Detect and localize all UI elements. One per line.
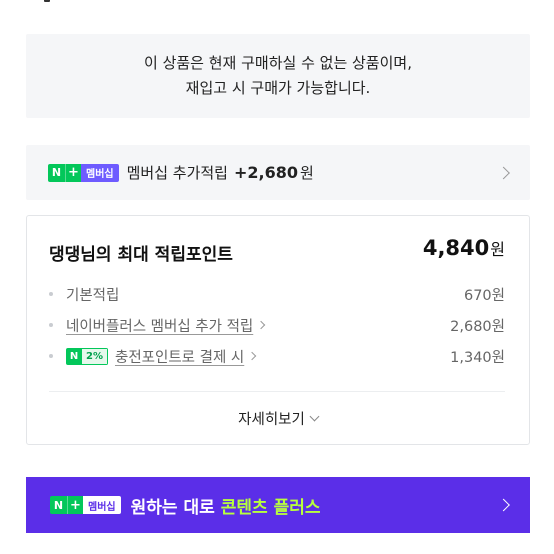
bullet-icon (49, 323, 53, 327)
bullet-icon (49, 292, 53, 296)
promo-text: 원하는 대로 (130, 497, 215, 518)
plus-icon: + (65, 163, 81, 182)
points-title: 댕댕님의 최대 적립포인트 (49, 245, 233, 265)
notice-line-1: 이 상품은 현재 구매하실 수 없는 상품이며, (144, 54, 412, 72)
points-row-basic: 기본적립 670원 (49, 283, 505, 305)
plus-icon: + (67, 496, 83, 514)
naver-plus-membership-badge: N + 멤버십 (50, 496, 121, 514)
chevron-right-icon (257, 320, 266, 330)
view-details-label: 자세히보기 (238, 412, 305, 428)
points-row-value: 2,680원 (450, 318, 505, 335)
percent-label: 2% (82, 347, 108, 365)
naver-plus-membership-badge: N + 멤버십 (48, 163, 119, 182)
notice-line-2: 재입고 시 구매가 가능합니다. (185, 79, 371, 97)
chevron-right-icon (248, 351, 257, 361)
naver-n-icon: N (48, 163, 65, 182)
chevron-right-icon (497, 498, 510, 512)
points-card: 댕댕님의 최대 적립포인트 4,840 원 기본적립 670원 네이버플러스 멤… (26, 215, 530, 445)
view-details-button[interactable]: 자세히보기 (27, 408, 529, 429)
badge-label: 멤버십 (81, 163, 119, 182)
membership-extra-points-row[interactable]: N + 멤버십 멤버십 추가적립 +2,680 원 (26, 145, 530, 200)
chevron-right-icon (497, 166, 510, 179)
unavailable-notice: 이 상품은 현재 구매하실 수 없는 상품이며, 재입고 시 구매가 가능합니다… (26, 34, 530, 118)
points-total-value: 4,840 (422, 236, 490, 260)
membership-text: 멤버십 추가적립 (126, 164, 228, 182)
points-total: 4,840 원 (423, 236, 505, 260)
top-edge-mark (44, 0, 50, 2)
divider (49, 391, 505, 392)
chevron-down-icon (309, 411, 320, 422)
membership-promo-banner[interactable]: N + 멤버십 원하는 대로 콘텐츠 플러스 (26, 477, 530, 533)
points-total-unit: 원 (490, 240, 505, 259)
points-row-charge-pay[interactable]: N 2% 충전포인트로 결제 시 1,340원 (49, 345, 505, 367)
naver-n-icon: N (50, 496, 67, 514)
badge-label: 멤버십 (83, 496, 121, 514)
points-row-label: 기본적립 (66, 287, 120, 304)
points-row-value: 1,340원 (450, 349, 505, 366)
membership-amount: +2,680 (233, 163, 298, 182)
bullet-icon (49, 354, 53, 358)
points-row-label[interactable]: 네이버플러스 멤버십 추가 적립 (66, 315, 253, 336)
promo-highlight: 콘텐츠 플러스 (220, 497, 321, 518)
points-row-label[interactable]: 충전포인트로 결제 시 (115, 346, 244, 367)
naver-n-icon: N (66, 347, 82, 365)
points-row-membership[interactable]: 네이버플러스 멤버십 추가 적립 2,680원 (49, 314, 505, 336)
points-row-value: 670원 (463, 287, 505, 304)
naver-pay-2-percent-badge: N 2% (66, 347, 108, 365)
membership-unit: 원 (300, 164, 314, 182)
